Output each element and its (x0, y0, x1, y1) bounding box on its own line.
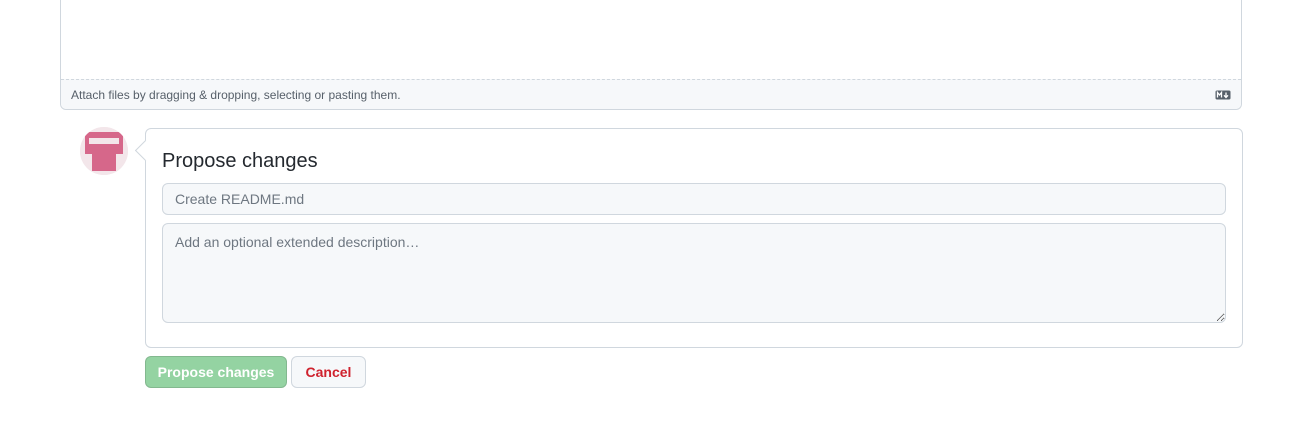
user-avatar[interactable] (80, 127, 128, 175)
commit-description-field[interactable] (162, 223, 1226, 323)
editor-content-area[interactable] (61, 0, 1241, 80)
propose-changes-button[interactable]: Propose changes (145, 356, 287, 388)
propose-changes-form: Propose changes (145, 128, 1243, 348)
file-editor: Attach files by dragging & dropping, sel… (60, 0, 1242, 110)
commit-summary-input[interactable] (162, 183, 1226, 215)
form-title: Propose changes (162, 150, 318, 172)
attach-files-hint: Attach files by dragging & dropping, sel… (71, 87, 401, 102)
markdown-icon (1215, 90, 1231, 100)
identicon-avatar-icon (80, 127, 128, 175)
cancel-button[interactable]: Cancel (291, 356, 366, 388)
attach-files-bar[interactable]: Attach files by dragging & dropping, sel… (61, 79, 1241, 109)
